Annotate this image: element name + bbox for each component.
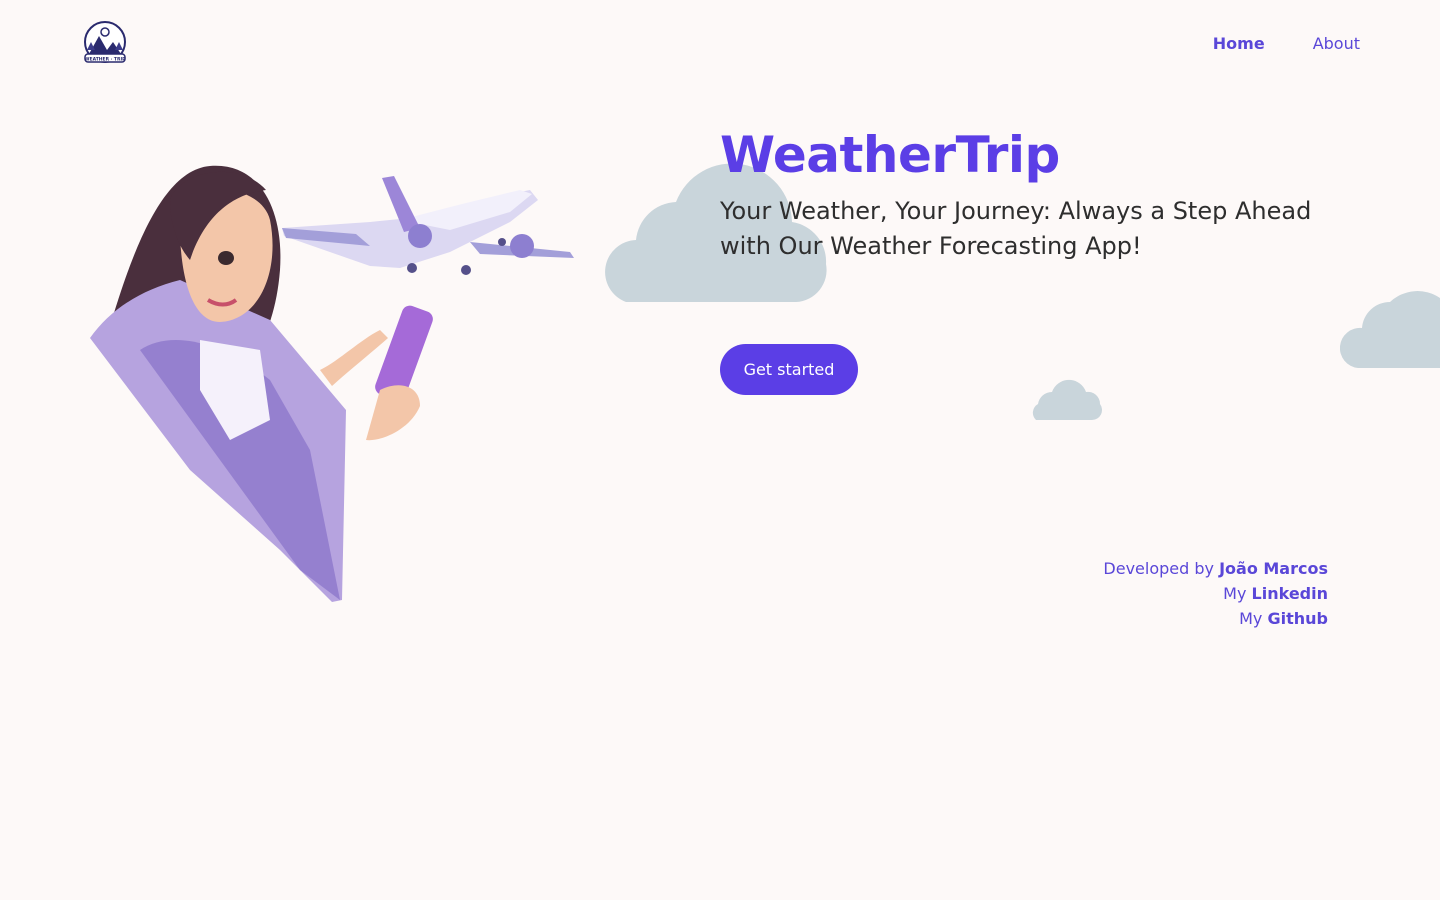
traveler-illustration xyxy=(90,165,574,602)
cloud-small-icon xyxy=(1032,379,1102,420)
credits: Developed by João Marcos My Linkedin My … xyxy=(1103,556,1328,631)
credits-linkedin-prefix: My xyxy=(1223,584,1247,603)
weathertrip-logo[interactable]: WEATHER · TRIP xyxy=(81,20,129,70)
developer-name: João Marcos xyxy=(1219,559,1328,578)
credits-github-prefix: My xyxy=(1239,609,1263,628)
credits-developed-prefix: Developed by xyxy=(1103,559,1214,578)
linkedin-link[interactable]: Linkedin xyxy=(1252,584,1328,603)
landing-page: WEATHER · TRIP Home About WeatherTrip Yo… xyxy=(0,0,1440,900)
cloud-right-icon xyxy=(1340,291,1440,368)
credits-linkedin-line: My Linkedin xyxy=(1103,581,1328,606)
credits-developer-line: Developed by João Marcos xyxy=(1103,556,1328,581)
logo-text: WEATHER · TRIP xyxy=(85,57,127,63)
nav-about-link[interactable]: About xyxy=(1313,34,1360,53)
hero-subtitle: Your Weather, Your Journey: Always a Ste… xyxy=(720,197,1312,260)
credits-github-line: My Github xyxy=(1103,606,1328,631)
nav-home-link[interactable]: Home xyxy=(1213,34,1265,53)
airplane-icon xyxy=(282,176,574,275)
github-link[interactable]: Github xyxy=(1268,609,1329,628)
hero-title: WeatherTrip xyxy=(720,126,1060,184)
get-started-button[interactable]: Get started xyxy=(720,344,858,395)
main-nav: Home About xyxy=(1213,34,1360,53)
